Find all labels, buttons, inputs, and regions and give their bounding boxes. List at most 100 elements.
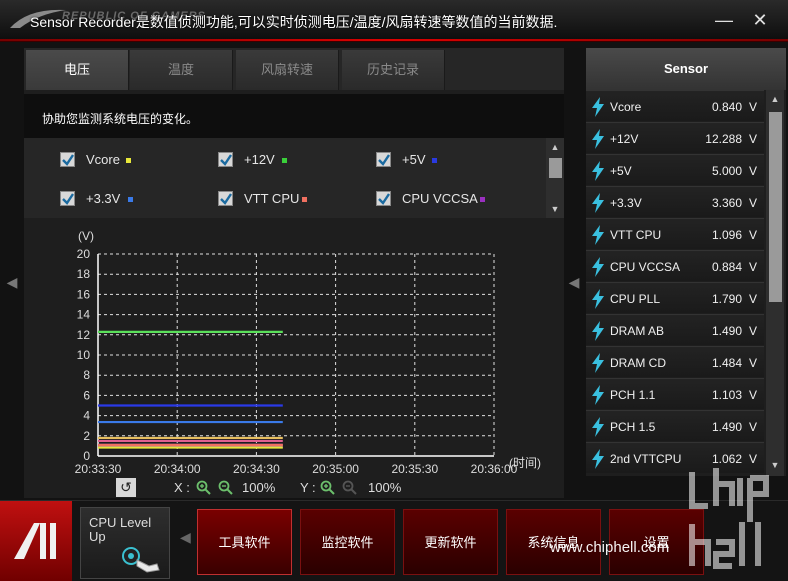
rog-brand-button[interactable] [0,501,72,581]
panel-collapse-arrow-icon[interactable]: ◀ [568,272,580,292]
checkbox-vtt-cpu[interactable]: VTT CPU [218,189,338,209]
checkbox-3-3v[interactable]: +3.3V [60,189,180,209]
checkbox-box[interactable] [218,152,233,167]
sensor-unit: V [748,260,757,274]
color-swatch [302,197,307,202]
sensor-row: PCH 1.5 1.490 V [586,410,764,441]
lightning-bolt-icon [592,97,604,117]
y-tick-label: 18 [77,267,91,281]
tab-fan-speed[interactable]: 风扇转速 [236,50,339,90]
scroll-up-icon[interactable]: ▲ [769,94,781,106]
checkbox-vcore[interactable]: Vcore [60,150,180,170]
sensor-name: PCH 1.1 [610,388,656,402]
sensor-row: CPU VCCSA 0.884 V [586,250,764,281]
sensor-unit: V [748,196,757,210]
tool-software-button[interactable]: 工具软件 [197,509,292,575]
checkbox-box[interactable] [60,152,75,167]
chiphell-watermark-logo [689,468,769,569]
x-tick-label: 20:34:30 [233,462,280,476]
checkbox-cpu-vccsa[interactable]: CPU VCCSA [376,189,516,209]
sensor-value: 1.490 [711,324,742,338]
zoom-y-label: Y : [300,480,316,495]
checkbox-box[interactable] [376,152,391,167]
sensor-scrollbar[interactable]: ▲ ▼ [766,90,784,476]
y-tick-label: 14 [77,308,91,322]
sensor-row: Vcore 0.840 V [586,90,764,121]
undo-icon[interactable]: ↺ [116,478,136,497]
checkbox-label: Vcore [86,152,120,167]
zoom-out-icon[interactable] [342,480,358,496]
sensor-row: PCH 1.1 1.103 V [586,378,764,409]
lightning-bolt-icon [592,353,604,373]
chart-canvas: (V) 0 2 4 6 8 10 12 14 16 18 20 20:33:30 20:34:00 20:3… [75,229,541,476]
sensor-row: +5V 5.000 V [586,154,764,185]
lightning-bolt-icon [592,193,604,213]
checkmark-icon [62,193,74,205]
lightning-bolt-icon [592,289,604,309]
checkbox-5v[interactable]: +5V [376,150,496,170]
sensor-name: +12V [610,132,639,146]
zoom-in-icon[interactable] [320,480,336,496]
checkbox-scrollbar[interactable]: ▲ ▼ [546,138,564,218]
sensor-name: DRAM CD [610,356,666,370]
checkmark-icon [220,193,232,205]
checkmark-icon [220,154,232,166]
main-panel: 电压 温度 风扇转速 历史记录 协助您监测系统电压的变化。 Vcore +12V… [24,48,564,498]
close-button[interactable]: ✕ [750,10,770,30]
sensor-unit: V [748,356,757,370]
sensor-name: Vcore [610,100,642,114]
y-tick-label: 0 [83,449,90,463]
lightning-bolt-icon [592,129,604,149]
tab-temperature[interactable]: 温度 [130,50,233,90]
lightning-bolt-icon [592,449,604,469]
x-tick-label: 20:34:00 [154,462,201,476]
bottom-bar: CPU Level Up ◀ 工具软件 监控软件 更新软件 系统信息 设置 ww… [0,500,788,581]
checkbox-box[interactable] [376,191,391,206]
color-swatch [480,197,485,202]
lightning-bolt-icon [592,225,604,245]
sensor-row: DRAM AB 1.490 V [586,314,764,345]
checkbox-label: +12V [244,152,275,167]
scroll-thumb[interactable] [769,112,782,302]
y-tick-label: 2 [83,429,90,443]
sensor-unit: V [748,388,757,402]
sensor-unit: V [748,132,757,146]
x-tick-label: 20:33:30 [75,462,122,476]
sensor-row: +12V 12.288 V [586,122,764,153]
scroll-down-icon[interactable]: ▼ [549,204,561,214]
sensor-unit: V [748,324,757,338]
description-text: 协助您监测系统电压的变化。 [42,112,199,126]
sensor-name: PCH 1.5 [610,420,656,434]
zoom-out-icon[interactable] [218,480,234,496]
watermark-text: www.chiphell.com [550,539,670,556]
color-swatch [432,158,437,163]
sensor-name: CPU PLL [610,292,661,306]
y-tick-label: 4 [83,409,90,423]
sensor-value: 3.360 [711,196,742,210]
sensor-unit: V [748,164,757,178]
sensor-value: 1.484 [711,356,742,370]
checkbox-box[interactable] [60,191,75,206]
cpu-level-up-button[interactable]: CPU Level Up [80,507,170,579]
checkbox-box[interactable] [218,191,233,206]
checkbox-12v[interactable]: +12V [218,150,338,170]
checkbox-label: VTT CPU [244,191,300,206]
update-software-button[interactable]: 更新软件 [403,509,498,575]
scroll-thumb[interactable] [549,158,562,178]
title-divider [0,39,788,41]
left-collapse-arrow-icon[interactable]: ◀ [6,272,18,292]
monitor-software-button[interactable]: 监控软件 [300,509,395,575]
minimize-button[interactable]: — [714,10,734,30]
sensor-row: CPU PLL 1.790 V [586,282,764,313]
sensor-name: +3.3V [610,196,642,210]
title-bar: REPUBLIC OF GAMERS Sensor Recorder是数值侦测功… [0,0,788,42]
y-tick-label: 6 [83,388,90,402]
scroll-up-icon[interactable]: ▲ [549,142,561,152]
sensor-header: Sensor [586,48,786,90]
tab-history[interactable]: 历史记录 [342,50,445,90]
tab-voltage[interactable]: 电压 [26,50,129,90]
zoom-in-icon[interactable] [196,480,212,496]
color-swatch [128,197,133,202]
bottom-left-arrow-icon[interactable]: ◀ [180,529,191,546]
sensor-row: +3.3V 3.360 V [586,186,764,217]
